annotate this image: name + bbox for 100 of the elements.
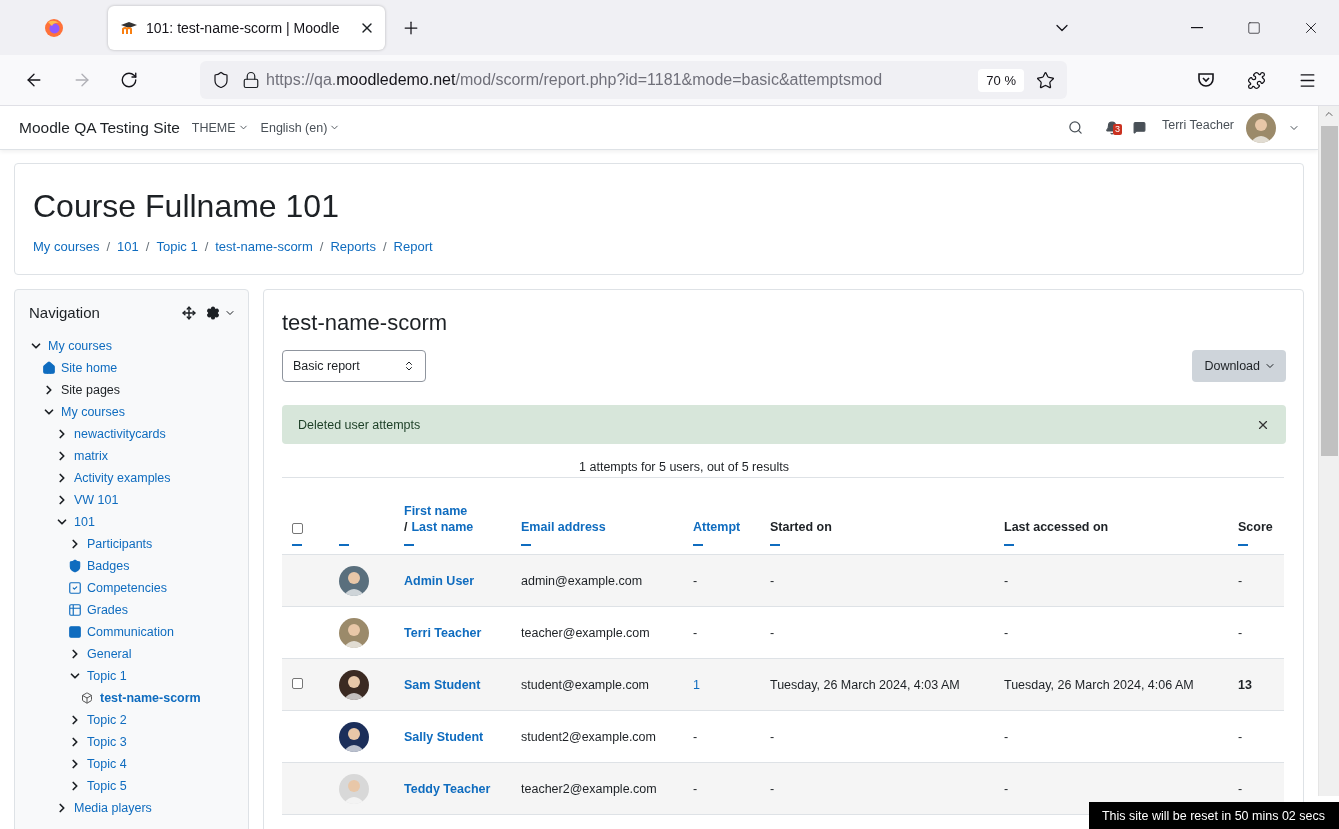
email-text: teacher2@example.com [521,781,657,796]
started-text: - [770,781,775,796]
review-link[interactable]: 1 [693,677,700,692]
nav-item[interactable]: Media players [74,801,152,815]
breadcrumb-separator: / [204,239,209,254]
accessed-text: - [1004,781,1009,796]
sort-link[interactable]: Last name [411,520,474,534]
nav-item[interactable]: Topic 3 [87,735,127,749]
nav-item[interactable]: newactivitycards [74,427,166,441]
nav-item[interactable]: Topic 2 [87,713,127,727]
user-link[interactable]: Terri Teacher [404,625,482,640]
nav-item[interactable]: Competencies [87,581,167,595]
shield-icon [212,71,230,89]
nav-item[interactable]: 101 [74,515,95,529]
empty-value: - [693,729,698,744]
zoom-button[interactable]: 70 % [978,68,1024,92]
nav-item[interactable]: VW 101 [74,493,119,507]
breadcrumb-link[interactable]: Reports [330,239,376,254]
pocket-icon[interactable] [1197,71,1215,89]
nav-item[interactable]: Topic 4 [87,757,127,771]
nav-item[interactable]: Topic 5 [87,779,127,793]
score-text: - [1238,781,1243,796]
tab-title: 101: test-name-scorm | Moodle [146,19,341,36]
started-text: - [770,625,775,640]
accessed-text: - [1004,729,1009,744]
sort-link[interactable]: Email address [521,520,606,534]
email-text: student2@example.com [521,729,656,744]
lock-icon [242,71,260,89]
nav-menu[interactable]: THEME [191,120,249,135]
settings-icon[interactable] [206,305,220,320]
avatar [339,669,369,700]
user-link[interactable]: Teddy Teacher [404,781,491,796]
email-text: student@example.com [521,677,650,692]
nav-item[interactable]: Participants [87,537,153,551]
breadcrumb-separator: / [382,239,387,254]
firefox-logo-icon[interactable] [44,17,64,38]
shield-icon [68,559,82,573]
breadcrumb-link[interactable]: test-name-scorm [215,239,313,254]
nav-item[interactable]: Grades [87,603,128,617]
package-icon [81,692,93,704]
accessed-text: - [1004,573,1009,588]
breadcrumb-link[interactable]: Topic 1 [156,239,198,254]
nav-menu[interactable]: English (en) [260,120,341,135]
user-name[interactable]: Terri Teacher [1161,117,1234,132]
select-all-checkbox[interactable] [292,523,303,534]
column-header: Started on [770,520,832,534]
nav-item[interactable]: matrix [74,449,109,463]
notification-count: 3 [1112,123,1122,135]
block-title: Navigation [29,304,101,321]
column-header: Last accessed on [1004,520,1109,534]
reload-icon [120,71,138,89]
nav-item[interactable]: Communication [87,625,174,639]
user-link[interactable]: Sam Student [404,677,481,692]
alert-message: Deleted user attempts [298,417,421,432]
breadcrumb-link[interactable]: Report [393,239,433,254]
search-icon[interactable] [1067,120,1083,135]
avatar [339,617,369,648]
user-link[interactable]: Sally Student [404,729,484,744]
row-checkbox[interactable] [292,677,303,689]
nav-item[interactable]: Site pages [61,383,121,397]
avatar [1246,112,1276,143]
nav-item[interactable]: My courses [48,339,112,353]
avatar [339,773,369,804]
empty-value: - [693,625,698,640]
nav-item[interactable]: Activity examples [74,471,171,485]
scrollbar[interactable] [1318,106,1339,796]
separator: / [404,520,408,534]
maximize-icon [1246,20,1261,35]
empty-value: - [693,781,698,796]
sort-link[interactable]: First name [404,504,468,518]
nav-item[interactable]: Site home [61,361,118,375]
score-text: - [1238,573,1243,588]
nav-item[interactable]: test-name-scorm [100,691,201,705]
breadcrumb-separator: / [319,239,324,254]
nav-item[interactable]: Badges [87,559,130,573]
score-text: - [1238,625,1243,640]
url-field[interactable]: https://qa.moodledemo.net/mod/scorm/report.php?id=1181&mode=basic&attemptsmod [266,71,973,89]
score-text: - [1238,729,1243,744]
breadcrumb-link[interactable]: My courses [33,239,100,254]
download-button[interactable]: Download [1192,350,1286,382]
sort-link[interactable]: Attempt [693,520,741,534]
started-text: Tuesday, 26 March 2024, 4:03 AM [770,677,960,692]
puzzle-icon [1247,70,1266,90]
nav-item[interactable]: My courses [61,405,125,419]
report-select[interactable]: Basic report [282,350,426,382]
chat-icon[interactable] [1132,121,1146,134]
table-icon [68,603,82,617]
move-icon[interactable] [182,305,196,320]
course-title: Course Fullname 101 [33,188,340,225]
graduation-cap-icon [120,20,138,35]
empty-value: - [693,573,698,588]
results-summary: 1 attempts for 5 users, out of 5 results [579,460,789,474]
breadcrumb-link[interactable]: 101 [117,239,139,254]
nav-item[interactable]: Topic 1 [87,669,127,683]
reset-toast: This site will be reset in 50 mins 02 secs [1089,802,1339,829]
nav-item[interactable]: General [87,647,132,661]
user-link[interactable]: Admin User [404,573,475,588]
browser-tab[interactable]: 101: test-name-scorm | Moodle [108,5,385,50]
site-name[interactable]: Moodle QA Testing Site [19,118,180,137]
minimize-icon [1190,26,1203,29]
